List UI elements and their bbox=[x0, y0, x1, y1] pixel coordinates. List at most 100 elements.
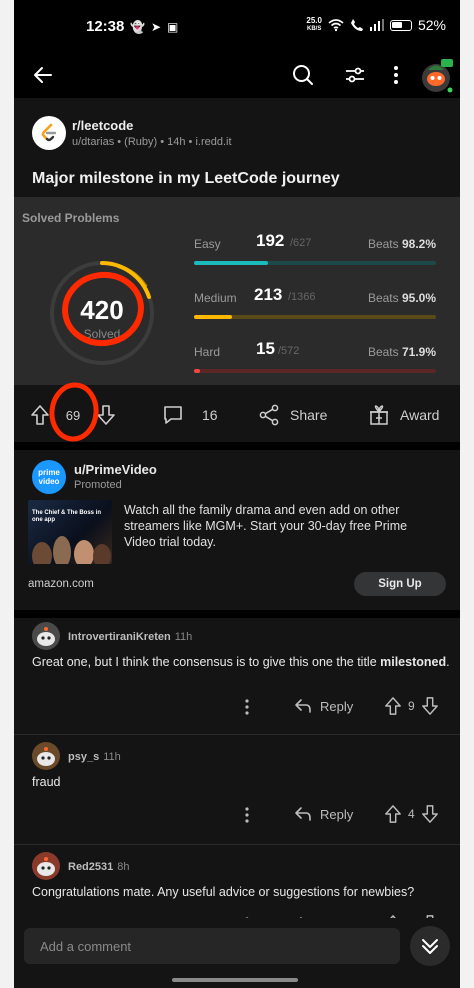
difficulty-name: Hard bbox=[194, 345, 221, 359]
beats-value: 95.0% bbox=[401, 291, 436, 305]
back-arrow-icon bbox=[34, 67, 52, 83]
search-icon bbox=[293, 65, 313, 85]
search-button[interactable] bbox=[288, 60, 318, 90]
double-chevron-down-icon bbox=[422, 939, 438, 954]
comment-username[interactable]: IntrovertiraniKreten bbox=[68, 631, 171, 643]
difficulty-progress-track bbox=[194, 315, 436, 319]
commenter-avatar[interactable] bbox=[32, 852, 60, 880]
reply-arrow-icon bbox=[295, 699, 311, 713]
overflow-menu-button[interactable] bbox=[384, 60, 408, 90]
beats-value: 98.2% bbox=[401, 237, 436, 251]
commenter-avatar[interactable] bbox=[32, 622, 60, 650]
difficulty-progress-fill bbox=[194, 261, 269, 265]
reply-label: Reply bbox=[320, 698, 354, 714]
difficulty-progress-fill bbox=[194, 315, 232, 319]
comment-vote-group: 9 bbox=[384, 696, 439, 716]
difficulty-progress-track bbox=[194, 369, 436, 373]
comment-age: 11h bbox=[103, 751, 121, 763]
back-button[interactable] bbox=[28, 60, 58, 90]
ad-thumbnail-text: The Chief & The Boss in one app bbox=[32, 510, 102, 523]
post-image[interactable]: Solved Problems 420 Solved Easy 192/627 Be… bbox=[14, 197, 460, 385]
sign-up-button[interactable]: Sign Up bbox=[354, 572, 446, 596]
status-notification-icons: 👻 ➤ ▣ bbox=[130, 20, 178, 34]
logo-text-line-1: prime bbox=[38, 468, 60, 477]
comment-actions: Reply 9 bbox=[14, 696, 460, 720]
commenter-name[interactable]: IntrovertiraniKreten 11h bbox=[68, 631, 192, 643]
comment-divider bbox=[14, 844, 460, 845]
upvote-icon[interactable] bbox=[30, 404, 50, 426]
share-button[interactable]: Share bbox=[258, 404, 327, 426]
difficulty-total: /572 bbox=[278, 345, 300, 357]
comment-more-button[interactable] bbox=[244, 698, 250, 721]
vote-red-circle-annotation bbox=[49, 382, 99, 442]
beats-label: Beats bbox=[367, 345, 399, 359]
difficulty-row: Easy 192/627 Beats 98.2% bbox=[194, 231, 440, 271]
award-button[interactable]: Award bbox=[368, 404, 439, 426]
promoted-ad[interactable]: prime video u/PrimeVideo Promoted The Ch… bbox=[14, 450, 460, 610]
share-label: Share bbox=[290, 407, 328, 423]
comment-body: Congratulations mate. Any useful advice … bbox=[32, 884, 452, 900]
comment-more-button[interactable] bbox=[244, 806, 250, 829]
sort-filter-button[interactable] bbox=[340, 60, 370, 90]
comments-button[interactable]: 16 bbox=[162, 404, 218, 426]
comment-username[interactable]: Red2531 bbox=[68, 861, 113, 873]
instagram-icon: ▣ bbox=[167, 20, 179, 34]
next-comment-button[interactable] bbox=[410, 926, 450, 966]
sliders-icon bbox=[346, 67, 364, 83]
status-system-icons: 25.0 KB/S 52% bbox=[306, 16, 446, 34]
comment-text-end: . bbox=[446, 655, 450, 669]
leetcode-logo-icon bbox=[41, 123, 57, 142]
comment-vote-group: 4 bbox=[384, 804, 439, 824]
snoo-avatar-icon bbox=[422, 59, 454, 94]
subreddit-name[interactable]: r/leetcode bbox=[72, 118, 133, 133]
comment-vote-count: 9 bbox=[408, 699, 415, 713]
difficulty-row: Medium 213/1366 Beats 95.0% bbox=[194, 285, 440, 325]
telegram-icon: ➤ bbox=[150, 20, 162, 34]
comment-reply-button[interactable]: Reply bbox=[294, 806, 353, 822]
award-gift-icon bbox=[370, 405, 388, 425]
wifi-icon bbox=[328, 19, 344, 32]
section-separator bbox=[14, 610, 460, 618]
difficulty-name: Medium bbox=[194, 291, 237, 305]
comment[interactable]: IntrovertiraniKreten 11h Great one, but I … bbox=[14, 618, 460, 736]
comment-text-bold: milestoned bbox=[380, 655, 447, 669]
comment-username[interactable]: psy_s bbox=[68, 751, 99, 763]
section-separator bbox=[14, 442, 460, 450]
add-comment-input[interactable]: Add a comment bbox=[24, 928, 400, 964]
promoted-label: Promoted bbox=[74, 479, 122, 491]
red-circle-annotation bbox=[62, 271, 144, 347]
net-speed-value: 25.0 bbox=[306, 16, 322, 25]
subreddit-logo[interactable] bbox=[32, 116, 66, 150]
upvote-icon[interactable] bbox=[384, 696, 402, 716]
downvote-icon[interactable] bbox=[421, 804, 439, 824]
beats-label: Beats bbox=[367, 237, 399, 251]
home-indicator[interactable] bbox=[172, 978, 298, 982]
advertiser-name[interactable]: u/PrimeVideo bbox=[74, 462, 157, 477]
downvote-icon[interactable] bbox=[421, 696, 439, 716]
difficulty-solved-count: 213 bbox=[254, 285, 283, 304]
commenter-name[interactable]: Red2531 8h bbox=[68, 861, 130, 873]
difficulty-row: Hard 15/572 Beats 71.9% bbox=[194, 339, 440, 379]
reddit-app: 12:38 👻 ➤ ▣ 25.0 KB/S 52% r/leetcode u/d… bbox=[14, 0, 460, 988]
upvote-icon[interactable] bbox=[384, 804, 402, 824]
commenter-name[interactable]: psy_s 11h bbox=[68, 751, 121, 763]
ad-thumbnail[interactable]: The Chief & The Boss in one app bbox=[28, 500, 112, 564]
ad-domain[interactable]: amazon.com bbox=[28, 578, 94, 590]
comment-body: fraud bbox=[32, 774, 452, 790]
commenter-avatar[interactable] bbox=[32, 742, 60, 770]
comment-vote-count: 4 bbox=[408, 807, 415, 821]
comment-age: 8h bbox=[117, 861, 130, 873]
comment-reply-button[interactable]: Reply bbox=[294, 698, 353, 714]
more-vertical-icon bbox=[245, 699, 249, 715]
post-title: Major milestone in my LeetCode journey bbox=[32, 170, 340, 187]
beats-value: 71.9% bbox=[401, 345, 436, 359]
comment-divider bbox=[14, 734, 460, 735]
comment[interactable]: psy_s 11h fraud Reply 4 bbox=[14, 738, 460, 846]
comment[interactable]: Red2531 8h Congratulations mate. Any usefu… bbox=[14, 848, 460, 933]
battery-icon bbox=[389, 19, 412, 31]
solved-problems-label: Solved Problems bbox=[22, 211, 120, 225]
comments-count: 16 bbox=[202, 407, 218, 423]
user-avatar-button[interactable] bbox=[416, 52, 456, 96]
status-bar: 12:38 👻 ➤ ▣ 25.0 KB/S 52% bbox=[14, 0, 460, 52]
difficulty-beats: Beats 95.0% bbox=[368, 291, 436, 305]
